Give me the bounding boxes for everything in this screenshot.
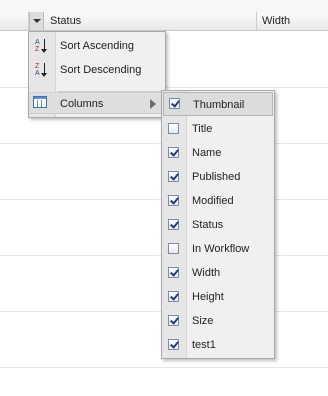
column-toggle-label: Published [192, 171, 241, 183]
menu-item-label: Columns [60, 98, 104, 110]
column-toggle-height[interactable]: Height [162, 285, 274, 309]
checkbox-checked[interactable] [168, 195, 179, 206]
column-separator[interactable] [256, 12, 257, 30]
checkbox-checked[interactable] [168, 147, 179, 158]
grid-row-divider [0, 367, 328, 368]
column-header-width[interactable]: Width [262, 12, 290, 30]
column-toggle-label: Size [192, 315, 214, 327]
chevron-right-icon [150, 99, 156, 109]
down-arrow-icon [41, 39, 47, 53]
column-toggle-name[interactable]: Name [162, 141, 274, 165]
column-toggle-label: Thumbnail [193, 99, 245, 111]
sort-descending-icon: Z A [34, 62, 50, 78]
column-toggle-status[interactable]: Status [162, 213, 274, 237]
sort-letter-bottom: A [35, 70, 40, 77]
column-toggle-modified[interactable]: Modified [162, 189, 274, 213]
menu-item-sort-descending[interactable]: Z A Sort Descending [29, 59, 165, 81]
grid-header: Status Width [0, 12, 328, 31]
chevron-down-icon [33, 19, 41, 23]
column-toggle-label: Width [192, 267, 221, 279]
column-menu-trigger[interactable] [29, 12, 44, 30]
column-toggle-label: Title [192, 123, 213, 135]
columns-submenu: Thumbnail Title Name Published Modified … [161, 90, 275, 359]
checkbox-checked[interactable] [169, 98, 180, 109]
column-toggle-title[interactable]: Title [162, 117, 274, 141]
checkbox-unchecked[interactable] [168, 243, 179, 254]
checkbox-checked[interactable] [168, 171, 179, 182]
menu-item-columns[interactable]: Columns [29, 92, 165, 114]
column-toggle-width[interactable]: Width [162, 261, 274, 285]
column-toggle-published[interactable]: Published [162, 165, 274, 189]
column-toggle-label: In Workflow [192, 243, 250, 255]
checkbox-checked[interactable] [168, 291, 179, 302]
checkbox-checked[interactable] [168, 315, 179, 326]
sort-letter-top: Z [35, 63, 40, 70]
column-toggle-test1[interactable]: test1 [162, 333, 274, 357]
column-toggle-label: test1 [192, 339, 216, 351]
sort-letter-bottom: Z [35, 46, 40, 53]
checkbox-checked[interactable] [168, 219, 179, 230]
column-toggle-size[interactable]: Size [162, 309, 274, 333]
menu-item-label: Sort Ascending [60, 40, 134, 52]
down-arrow-icon [41, 63, 47, 77]
columns-icon [33, 96, 47, 108]
sort-letter-top: A [35, 39, 40, 46]
checkbox-checked[interactable] [168, 339, 179, 350]
column-toggle-label: Name [192, 147, 222, 159]
sort-ascending-icon: A Z [34, 38, 50, 54]
checkbox-unchecked[interactable] [168, 123, 179, 134]
column-header-status[interactable]: Status [50, 12, 81, 30]
checkbox-checked[interactable] [168, 267, 179, 278]
menu-item-sort-ascending[interactable]: A Z Sort Ascending [29, 35, 165, 57]
column-toggle-in-workflow[interactable]: In Workflow [162, 237, 274, 261]
column-toggle-label: Height [192, 291, 224, 303]
column-toggle-label: Status [192, 219, 224, 231]
menu-item-label: Sort Descending [60, 64, 142, 76]
column-toggle-label: Modified [192, 195, 234, 207]
column-context-menu: A Z Sort Ascending Z A Sort Descending C… [28, 31, 166, 118]
column-toggle-thumbnail[interactable]: Thumbnail [163, 92, 273, 116]
